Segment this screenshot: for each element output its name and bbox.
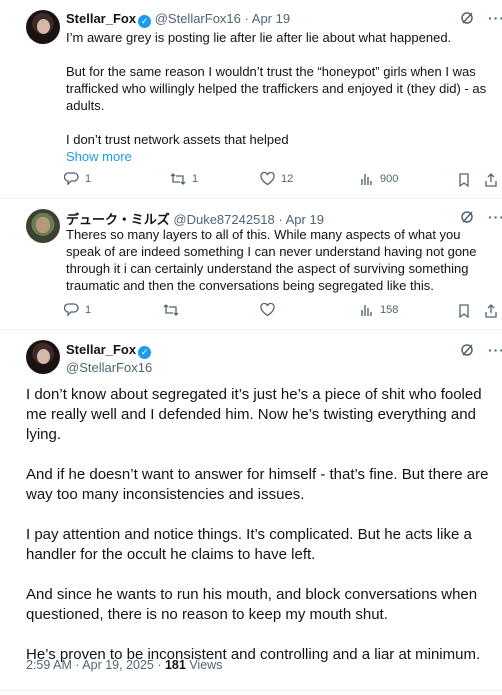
bookmark-icon[interactable] xyxy=(457,304,471,318)
share-icon[interactable] xyxy=(484,173,498,187)
tweet-date[interactable]: Apr 19 xyxy=(252,11,290,26)
main-tweet: Stellar_Fox✓ @StellarFox16 ··· I don’t k… xyxy=(0,330,502,695)
tweet-text: I don’t know about segregated it’s just … xyxy=(26,385,496,685)
tweet-1[interactable]: Stellar_Fox✓ @StellarFox16 · Apr 19 ··· … xyxy=(0,0,502,198)
tweet-2[interactable]: デューク・ミルズ @Duke87242518 · Apr 19 ··· Ther… xyxy=(0,199,502,329)
tweet-header: Stellar_Fox ✓ @StellarFox16 xyxy=(66,341,152,376)
like-icon xyxy=(260,172,275,186)
tweet-text: Theres so many layers to all of this. Wh… xyxy=(66,226,498,294)
repost-count: 1 xyxy=(192,173,199,185)
views-button[interactable]: 158 xyxy=(360,303,398,317)
tweet-paragraph: And since he wants to run his mouth, and… xyxy=(26,586,478,623)
view-count: 181 xyxy=(164,658,186,672)
views-count: 158 xyxy=(380,304,399,316)
tweet-actions: 1 1 12 900 xyxy=(64,172,497,192)
tweet-top-icons: ··· xyxy=(460,10,502,26)
avatar[interactable] xyxy=(26,10,60,44)
show-more-link[interactable]: Show more xyxy=(66,148,496,165)
tweet-line: I’m aware grey is posting lie after lie … xyxy=(66,30,452,45)
tweet-paragraph: I don’t know about segregated it’s just … xyxy=(26,386,482,443)
grok-icon[interactable] xyxy=(460,343,474,357)
handle[interactable]: @StellarFox16 xyxy=(66,359,152,376)
reply-count: 1 xyxy=(85,304,92,316)
views-button[interactable]: 900 xyxy=(360,172,398,186)
tweet-actions: 1 158 xyxy=(64,303,497,323)
avatar[interactable] xyxy=(26,209,60,243)
share-icon[interactable] xyxy=(484,304,498,318)
tweet-date[interactable]: Apr 19 xyxy=(286,212,324,227)
grok-icon[interactable] xyxy=(460,210,474,224)
like-icon xyxy=(260,303,275,317)
divider xyxy=(0,690,502,691)
handle[interactable]: @StellarFox16 xyxy=(155,11,241,26)
like-button[interactable] xyxy=(260,303,281,317)
repost-icon xyxy=(170,173,186,185)
timestamp[interactable]: 2:59 AM · Apr 19, 2025 · xyxy=(26,658,165,672)
verified-badge-icon: ✓ xyxy=(138,346,152,359)
like-button[interactable]: 12 xyxy=(260,172,293,186)
views-count: 900 xyxy=(380,173,399,185)
verified-badge-icon: ✓ xyxy=(138,15,152,28)
grok-icon[interactable] xyxy=(460,11,474,25)
reply-count: 1 xyxy=(85,173,92,185)
more-icon[interactable]: ··· xyxy=(488,342,502,358)
views-icon xyxy=(361,305,372,316)
reply-button[interactable]: 1 xyxy=(64,172,91,186)
tweet-top-icons: ··· xyxy=(460,342,502,358)
display-name[interactable]: Stellar_Fox xyxy=(66,11,136,26)
tweet-paragraph: I pay attention and notice things. It’s … xyxy=(26,526,472,563)
avatar[interactable] xyxy=(26,340,60,374)
more-icon[interactable]: ··· xyxy=(488,209,502,225)
tweet-line: I don’t trust network assets that helped xyxy=(66,132,289,147)
repost-icon xyxy=(163,304,179,316)
tweet-paragraph: And if he doesn’t want to answer for him… xyxy=(26,466,489,503)
tweet-meta: 2:59 AM · Apr 19, 2025 · 181 Views xyxy=(26,658,222,672)
like-count: 12 xyxy=(281,173,294,185)
tweet-line: But for the same reason I wouldn’t trust… xyxy=(66,64,487,113)
reply-button[interactable]: 1 xyxy=(64,303,91,317)
tweet-header: Stellar_Fox ✓ @StellarFox16 · Apr 19 xyxy=(66,11,291,28)
tweet-line: Theres so many layers to all of this. Wh… xyxy=(66,227,477,293)
reply-icon xyxy=(64,172,79,186)
tweet-text: I’m aware grey is posting lie after lie … xyxy=(66,29,496,165)
handle[interactable]: @Duke87242518 xyxy=(173,212,274,227)
views-label: Views xyxy=(185,658,223,672)
repost-button[interactable] xyxy=(163,303,185,317)
bookmark-icon[interactable] xyxy=(457,173,471,187)
display-name[interactable]: Stellar_Fox xyxy=(66,342,136,357)
views-icon xyxy=(361,174,372,185)
display-name[interactable]: デューク・ミルズ xyxy=(66,212,170,227)
tweet-top-icons: ··· xyxy=(460,209,502,225)
more-icon[interactable]: ··· xyxy=(488,10,502,26)
reply-icon xyxy=(64,303,79,317)
repost-button[interactable]: 1 xyxy=(170,172,198,186)
